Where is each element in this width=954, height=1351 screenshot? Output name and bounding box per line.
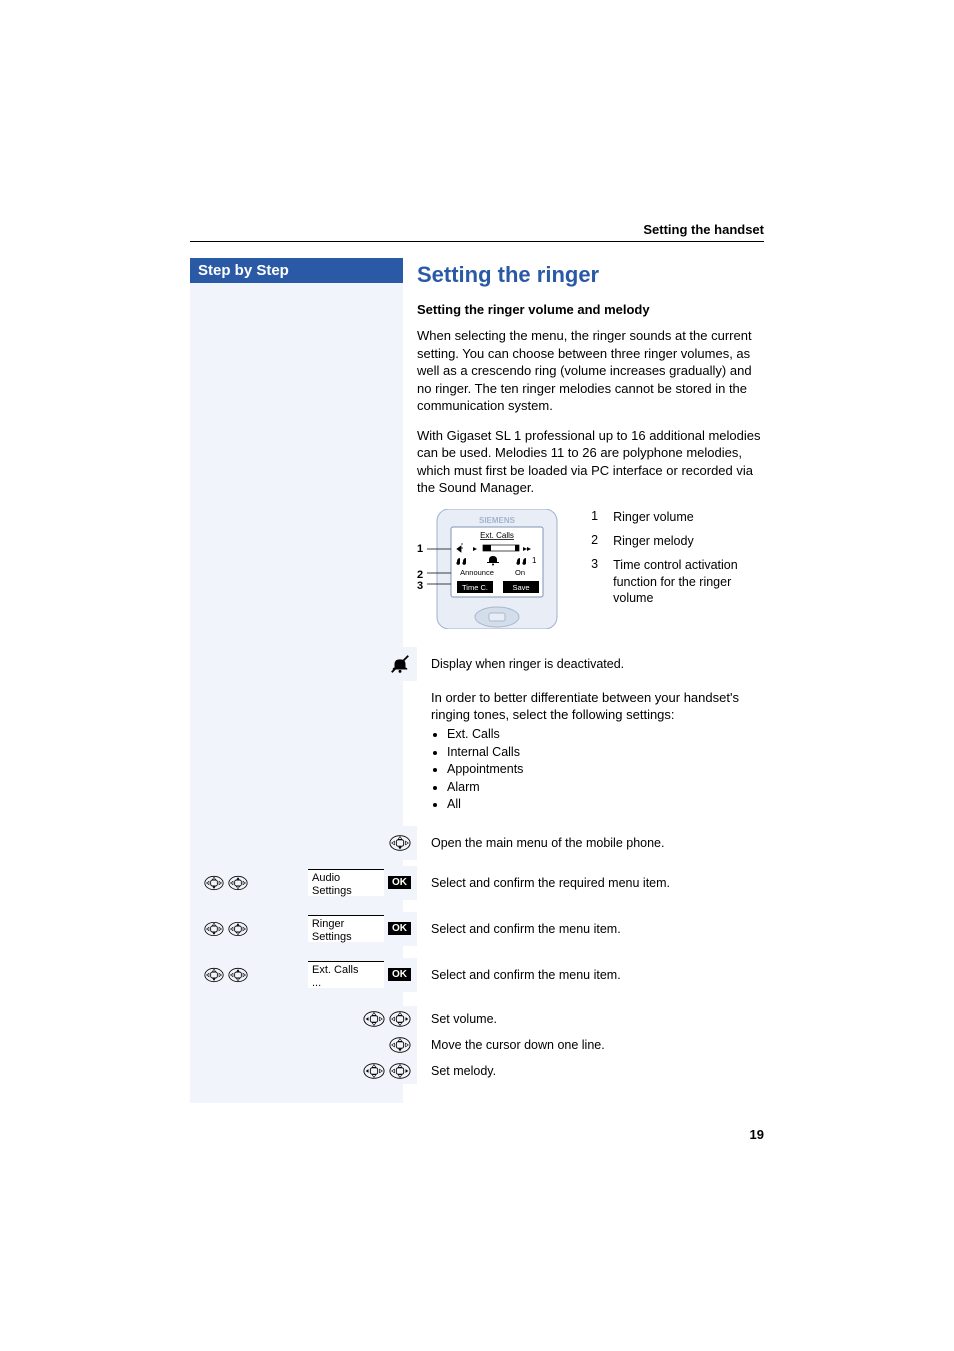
phone-legend: 1Ringer volume 2Ringer melody 3Time cont…: [591, 509, 753, 606]
step-ext-desc: Select and confirm the menu item.: [417, 968, 764, 982]
nav-down-icon: [389, 1034, 411, 1056]
nav-down-icon: [204, 918, 224, 940]
running-head: Setting the handset: [190, 222, 764, 242]
nav-down-icon: [389, 832, 411, 854]
section-title: Setting the ringer: [417, 262, 764, 288]
paragraph-3: In order to better differentiate between…: [431, 689, 764, 724]
step-set-volume: Set volume.: [417, 1012, 764, 1026]
nav-up-icon: [228, 964, 248, 986]
ok-badge: OK: [388, 922, 411, 935]
menu-ringer-settings: Ringer Settings: [308, 915, 384, 942]
nav-up-icon: [228, 872, 248, 894]
page-number: 19: [190, 1127, 764, 1142]
phone-brand: SIEMENS: [479, 516, 516, 525]
phone-announce: Announce: [460, 568, 494, 577]
bell-off-icon: [389, 653, 411, 675]
phone-leader-numbers: 1 2 3: [417, 509, 423, 592]
nav-up-icon: [228, 918, 248, 940]
nav-left-icon: [363, 1060, 385, 1082]
phone-melody-num: 1: [532, 556, 537, 565]
ok-badge: OK: [388, 968, 411, 981]
nav-down-icon: [204, 872, 224, 894]
ok-badge: OK: [388, 876, 411, 889]
settings-bullets: Ext. Calls Internal Calls Appointments A…: [447, 726, 764, 814]
menu-ext-calls: Ext. Calls ...: [308, 961, 384, 988]
phone-save: Save: [513, 583, 530, 592]
paragraph-1: When selecting the menu, the ringer soun…: [417, 327, 764, 415]
phone-time-c: Time C.: [462, 583, 488, 592]
nav-right-icon: [389, 1060, 411, 1082]
menu-audio-settings: Audio Settings: [308, 869, 384, 896]
nav-down-icon: [204, 964, 224, 986]
step-move-cursor: Move the cursor down one line.: [417, 1038, 764, 1052]
step-open-main-menu: Open the main menu of the mobile phone.: [417, 836, 764, 850]
nav-left-icon: [363, 1008, 385, 1030]
step-audio-desc: Select and confirm the required menu ite…: [417, 876, 764, 890]
paragraph-2: With Gigaset SL 1 professional up to 16 …: [417, 427, 764, 497]
step-by-step-header: Step by Step: [190, 258, 403, 283]
phone-illustration: SIEMENS Ext. Calls: [427, 509, 567, 629]
phone-screen-title: Ext. Calls: [480, 531, 514, 540]
nav-right-icon: [389, 1008, 411, 1030]
step-ringer-desc: Select and confirm the menu item.: [417, 922, 764, 936]
note-text: Display when ringer is deactivated.: [417, 657, 764, 671]
phone-on: On: [515, 568, 525, 577]
step-set-melody: Set melody.: [417, 1064, 764, 1078]
sub-heading: Setting the ringer volume and melody: [417, 302, 764, 317]
